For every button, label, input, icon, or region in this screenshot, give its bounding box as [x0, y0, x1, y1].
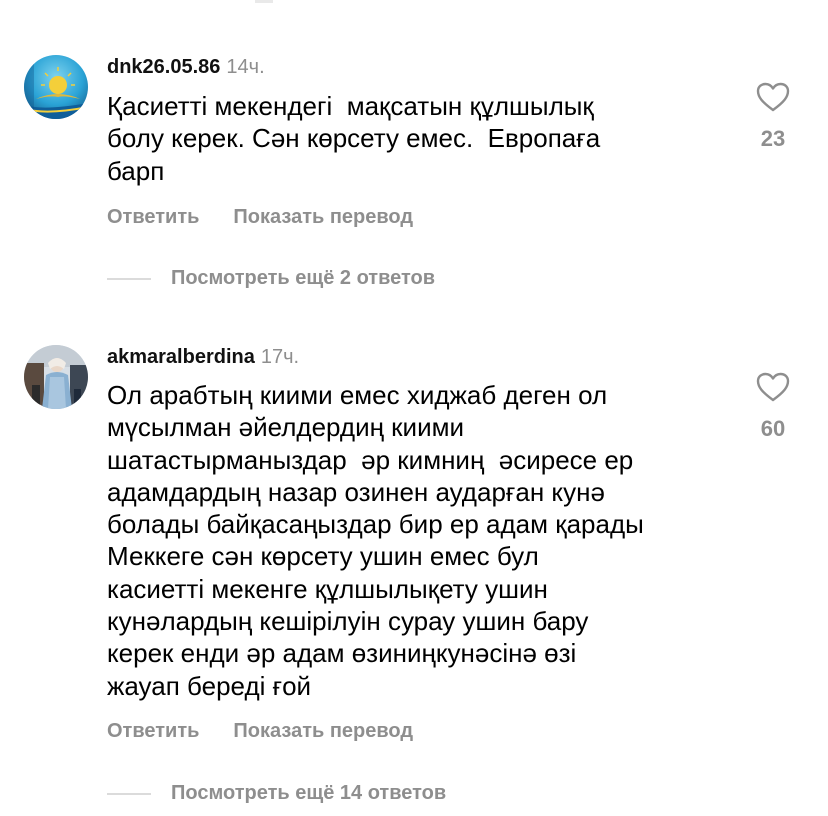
kazakhstan-flag-avatar-icon	[24, 55, 88, 119]
comment-time: 14ч.	[226, 56, 265, 78]
comment-username[interactable]: dnk26.05.86	[107, 56, 220, 78]
comment-actions: Ответить Показать перевод	[107, 205, 413, 229]
show-translation-button[interactable]: Показать перевод	[233, 720, 413, 742]
comment-text-line: Ол арабтың киими емес хиджаб деген ол	[107, 380, 608, 410]
comment-text-line: Қасиетті мекендегі мақсатын құлшылық	[107, 91, 594, 121]
replies-divider	[107, 278, 151, 280]
comment-actions: Ответить Показать перевод	[107, 719, 413, 743]
reply-button[interactable]: Ответить	[107, 206, 199, 228]
avatar[interactable]	[24, 345, 88, 409]
view-replies-label: Посмотреть ещё 14 ответов	[171, 782, 447, 804]
comment-text-line: касиетті мекенге құлшылықету ушин	[107, 573, 548, 604]
heart-outline-icon[interactable]	[756, 372, 790, 402]
heart-outline-icon[interactable]	[756, 82, 790, 112]
like-count: 60	[760, 416, 786, 441]
comment-text: Қасиетті мекендегі мақсатын құлшылық бол…	[107, 90, 727, 187]
comment-text-line: кунәлардың кешірілуін сурау ушин бару	[107, 606, 589, 637]
reply-button[interactable]: Ответить	[107, 720, 199, 742]
comment-time: 17ч.	[260, 346, 300, 368]
comment-text-line: барп	[107, 155, 165, 186]
like-count: 23	[760, 126, 786, 151]
scroll-fade	[255, 0, 273, 3]
like-control: 23	[752, 82, 794, 152]
avatar[interactable]	[24, 55, 88, 119]
view-replies-label: Посмотреть ещё 2 ответов	[171, 267, 436, 289]
comment-text-line: Меккеге сән көрсету ушин емес бул	[107, 541, 539, 572]
comment-text-line: адамдардың назар озинен аударған кунә	[107, 476, 605, 507]
comment-text-line: мүсылман әйелдердиң киими	[107, 412, 464, 443]
comment-text-line: керек енди әр адам өзиниңкунәсінә өзі	[107, 638, 577, 669]
show-translation-button[interactable]: Показать перевод	[233, 206, 413, 228]
user-photo-avatar-icon	[24, 345, 88, 409]
comment-text-line: болады байқасаңыздар бир ер адам қарады	[107, 509, 644, 540]
comment-username[interactable]: akmaralberdina	[107, 346, 255, 368]
comment-text-line: шатастырманыздар әр кимниң әсиресе ер	[107, 444, 634, 475]
comment-text-line: жауап береді ғой	[107, 670, 312, 701]
comment-text: Ол арабтың киими емес хиджаб деген ол мү…	[107, 379, 727, 702]
like-control: 60	[752, 372, 794, 442]
replies-divider	[107, 793, 151, 795]
comment-text-line: болу керек. Сән көрсету емес. Европаға	[107, 123, 601, 154]
